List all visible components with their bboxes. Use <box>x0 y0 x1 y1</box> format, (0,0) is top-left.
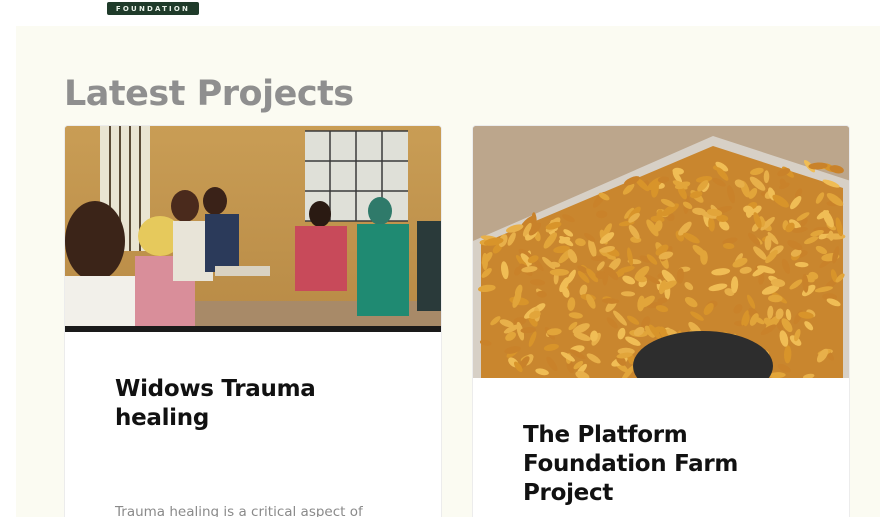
foundation-logo[interactable]: FOUNDATION <box>107 2 199 15</box>
site-header: FOUNDATION <box>0 0 880 26</box>
women-group-meeting-photo[interactable] <box>65 126 441 332</box>
maize-cob <box>595 271 606 279</box>
project-card-widows-trauma[interactable]: Widows Trauma healing Trauma healing is … <box>64 125 442 517</box>
harvested-maize-photo[interactable] <box>473 126 849 378</box>
project-card-farm-project[interactable]: The Platform Foundation Farm Project <box>472 125 850 517</box>
photo-illustration <box>65 126 441 332</box>
section-title: Latest Projects <box>64 74 354 114</box>
card-title[interactable]: The Platform Foundation Farm Project <box>523 421 823 508</box>
photo-illustration <box>473 126 849 378</box>
card-title[interactable]: Widows Trauma healing <box>115 375 405 433</box>
maize-cob <box>549 268 570 276</box>
card-excerpt: Trauma healing is a critical aspect of <box>115 504 363 517</box>
